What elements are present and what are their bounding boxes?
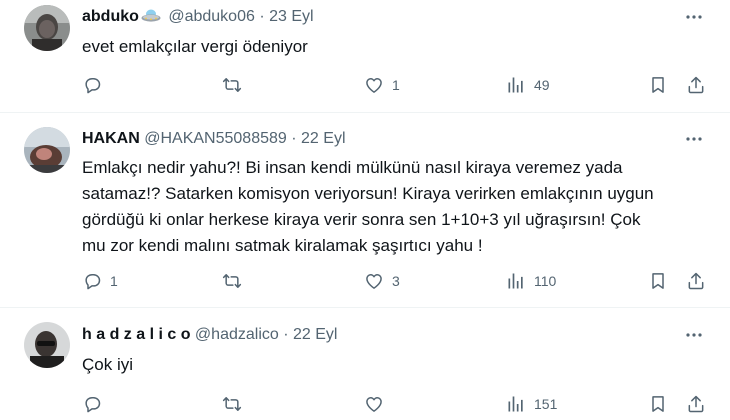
retweet-icon [222,394,242,414]
tweet-text: Emlakçı nedir yahu?! Bi insan kendi mülk… [82,158,654,255]
tweet-actions: 1 49 [0,73,730,97]
tweet-header: HAKAN @HAKAN55088589 · 22 Eyl [82,129,346,149]
share-button[interactable] [686,269,706,293]
author-name[interactable]: h a d z a l i c o [82,326,190,343]
separator-dot: · [291,130,297,147]
tweet[interactable]: h a d z a l i c o @hadzalico · 22 Eyl Ço… [0,308,730,420]
like-count: 1 [392,77,400,93]
retweet-button[interactable] [222,73,250,97]
retweet-button[interactable] [222,392,250,416]
reply-icon [82,271,102,291]
tweet-date[interactable]: 22 Eyl [293,326,337,343]
share-button[interactable] [686,392,706,416]
share-icon [686,271,706,291]
more-icon[interactable] [684,129,704,149]
tweet-actions: 1 3 110 [0,269,730,293]
separator-dot: · [283,326,289,343]
reply-icon [82,394,102,414]
views-button[interactable]: 151 [506,392,557,416]
reply-button[interactable] [82,73,110,97]
tweet-text: Çok iyi [82,355,134,374]
view-count: 49 [534,77,550,93]
bookmark-button[interactable] [648,269,668,293]
tweet[interactable]: abduko @abduko06 · 23 Eyl evet emlakçıla… [0,0,730,110]
share-button[interactable] [686,73,706,97]
reply-icon [82,75,102,95]
author-handle[interactable]: @hadzalico [195,326,279,343]
views-icon [506,75,526,95]
views-button[interactable]: 49 [506,73,550,97]
bookmark-button[interactable] [648,73,668,97]
bookmark-icon [648,75,668,95]
heart-icon [364,271,384,291]
bookmark-icon [648,271,668,291]
bookmark-button[interactable] [648,392,668,416]
author-name[interactable]: abduko [82,8,139,25]
like-button[interactable]: 1 [364,73,400,97]
avatar[interactable] [24,127,70,173]
separator-dot: · [259,8,265,25]
reply-count: 1 [110,273,118,289]
tweet-actions: 151 [0,392,730,416]
reply-button[interactable] [82,392,110,416]
share-icon [686,75,706,95]
avatar[interactable] [24,5,70,51]
views-button[interactable]: 110 [506,269,556,293]
bookmark-icon [648,394,668,414]
tweet-date[interactable]: 22 Eyl [301,130,345,147]
views-icon [506,394,526,414]
heart-icon [364,75,384,95]
more-icon[interactable] [684,325,704,345]
retweet-icon [222,75,242,95]
tweet-header: abduko @abduko06 · 23 Eyl [82,7,314,30]
heart-icon [364,394,384,414]
retweet-button[interactable] [222,269,250,293]
tweet-date[interactable]: 23 Eyl [269,8,313,25]
flying-saucer-icon [141,8,161,30]
views-icon [506,271,526,291]
tweet-text: evet emlakçılar vergi ödeniyor [82,37,308,56]
tweet[interactable]: HAKAN @HAKAN55088589 · 22 Eyl Emlakçı ne… [0,113,730,306]
share-icon [686,394,706,414]
like-count: 3 [392,273,400,289]
retweet-icon [222,271,242,291]
view-count: 110 [534,273,557,289]
more-icon[interactable] [684,7,704,27]
author-name[interactable]: HAKAN [82,130,140,147]
view-count: 151 [534,396,558,412]
reply-button[interactable]: 1 [82,269,118,293]
tweet-header: h a d z a l i c o @hadzalico · 22 Eyl [82,325,337,345]
like-button[interactable]: 3 [364,269,400,293]
author-handle[interactable]: @abduko06 [168,8,255,25]
like-button[interactable] [364,392,392,416]
avatar[interactable] [24,322,70,368]
author-handle[interactable]: @HAKAN55088589 [144,130,287,147]
